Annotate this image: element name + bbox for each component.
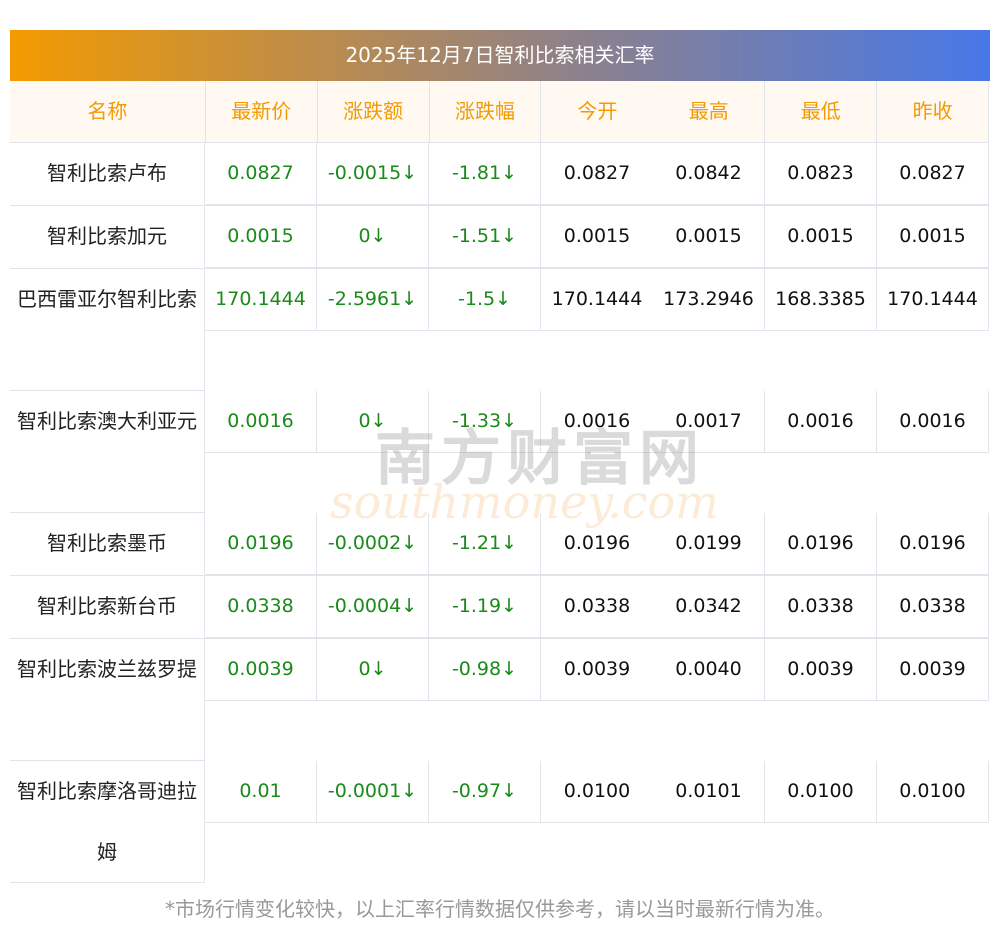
latest-price-cell: 0.0039: [205, 639, 317, 700]
currency-pair-name: 智利比索澳大利亚元: [10, 391, 205, 513]
change-amount-cell: -0.0001↓: [317, 761, 429, 822]
prev-close-cell: 0.0015: [877, 206, 989, 267]
low-cell: 0.0016: [765, 391, 877, 452]
open-cell: 170.1444: [551, 288, 643, 310]
high-cell: 0.0015: [653, 206, 765, 267]
table-row: 智利比索加元 0.0015 0↓ -1.51↓ 0.0015 0.0015 0.0015 0.…: [10, 206, 989, 269]
high-cell: 0.0842: [653, 143, 765, 204]
latest-price-cell: 0.0016: [205, 391, 317, 452]
change-amount-cell: 0↓: [317, 639, 429, 700]
currency-pair-name: 智利比索卢布: [10, 143, 205, 204]
low-cell: 0.0823: [765, 143, 877, 204]
prev-close-cell: 170.1444: [877, 269, 989, 330]
currency-pair-name: 智利比索波兰兹罗提: [10, 639, 205, 761]
change-percent-cell: -1.19↓: [429, 576, 541, 637]
column-header: 名称: [10, 81, 206, 142]
column-header: 最低: [765, 81, 878, 142]
change-amount-cell: 0↓: [317, 206, 429, 267]
currency-pair-name: 智利比索新台币: [10, 576, 205, 637]
table-row: 智利比索波兰兹罗提 0.0039 0↓ -0.98↓ 0.0039 0.0040 0.003…: [10, 639, 989, 761]
high-cell: 0.0342: [653, 576, 765, 637]
column-header: 今开: [577, 99, 618, 123]
column-header: 最高: [653, 81, 766, 142]
latest-price-cell: 170.1444: [205, 269, 317, 330]
low-cell: 0.0015: [765, 206, 877, 267]
open-cell: 0.0015: [563, 225, 631, 247]
open-cell: 0.0338: [563, 595, 631, 617]
currency-pair-name: 智利比索加元: [10, 206, 205, 267]
table-row: 智利比索卢布 0.0827 -0.0015↓ -1.81↓ 0.0827 0.0842 0.…: [10, 143, 989, 206]
change-percent-cell: -0.97↓: [429, 761, 541, 822]
low-cell: 0.0039: [765, 639, 877, 700]
change-percent-cell: -1.81↓: [429, 143, 541, 204]
currency-pair-name: 智利比索摩洛哥迪拉姆: [10, 761, 205, 883]
low-cell: 0.0100: [765, 761, 877, 822]
prev-close-cell: 0.0196: [877, 513, 989, 574]
column-header: 涨跌幅: [430, 81, 542, 142]
table-row: 智利比索新台币 0.0338 -0.0004↓ -1.19↓ 0.0338 0.0342 0…: [10, 576, 989, 639]
currency-pair-name: 巴西雷亚尔智利比索: [10, 269, 205, 391]
latest-price-cell: 0.0196: [205, 513, 317, 574]
change-percent-cell: -0.98↓: [429, 639, 541, 700]
low-cell: 0.0338: [765, 576, 877, 637]
change-percent-cell: -1.51↓: [429, 206, 541, 267]
latest-price-cell: 0.0827: [205, 143, 317, 204]
column-header: 昨收: [877, 81, 990, 142]
change-percent-cell: -1.5↓: [429, 269, 541, 330]
change-amount-cell: -0.0004↓: [317, 576, 429, 637]
open-cell: 0.0827: [563, 162, 631, 184]
prev-close-cell: 0.0100: [877, 761, 989, 822]
prev-close-cell: 0.0338: [877, 576, 989, 637]
column-header: 最新价: [206, 81, 318, 142]
table-row: 智利比索摩洛哥迪拉姆 0.01 -0.0001↓ -0.97↓ 0.0100 0.0101…: [10, 761, 989, 883]
currency-pair-name: 智利比索墨币: [10, 513, 205, 574]
open-cell: 0.0100: [563, 780, 631, 802]
high-cell: 0.0101: [653, 761, 765, 822]
high-cell: 173.2946: [653, 269, 765, 330]
low-cell: 168.3385: [765, 269, 877, 330]
change-amount-cell: -2.5961↓: [317, 269, 429, 330]
open-cell: 0.0039: [563, 658, 631, 680]
latest-price-cell: 0.01: [205, 761, 317, 822]
prev-close-cell: 0.0016: [877, 391, 989, 452]
watermark-en: southmoney.com: [330, 475, 719, 529]
prev-close-cell: 0.0039: [877, 639, 989, 700]
footnote: *市场行情变化较快，以上汇率行情数据仅供参考，请以当时最新行情为准。: [165, 897, 835, 921]
latest-price-cell: 0.0338: [205, 576, 317, 637]
low-cell: 0.0196: [765, 513, 877, 574]
column-header: 涨跌额: [318, 81, 430, 142]
high-cell: 0.0040: [653, 639, 765, 700]
table-header: 名称 最新价 涨跌额 涨跌幅 今开 最高 最低 昨收: [10, 81, 990, 143]
latest-price-cell: 0.0015: [205, 206, 317, 267]
change-amount-cell: -0.0015↓: [317, 143, 429, 204]
table-title: 2025年12月7日智利比索相关汇率: [10, 30, 990, 81]
prev-close-cell: 0.0827: [877, 143, 989, 204]
table-row: 巴西雷亚尔智利比索 170.1444 -2.5961↓ -1.5↓ 170.1444 17…: [10, 269, 989, 391]
